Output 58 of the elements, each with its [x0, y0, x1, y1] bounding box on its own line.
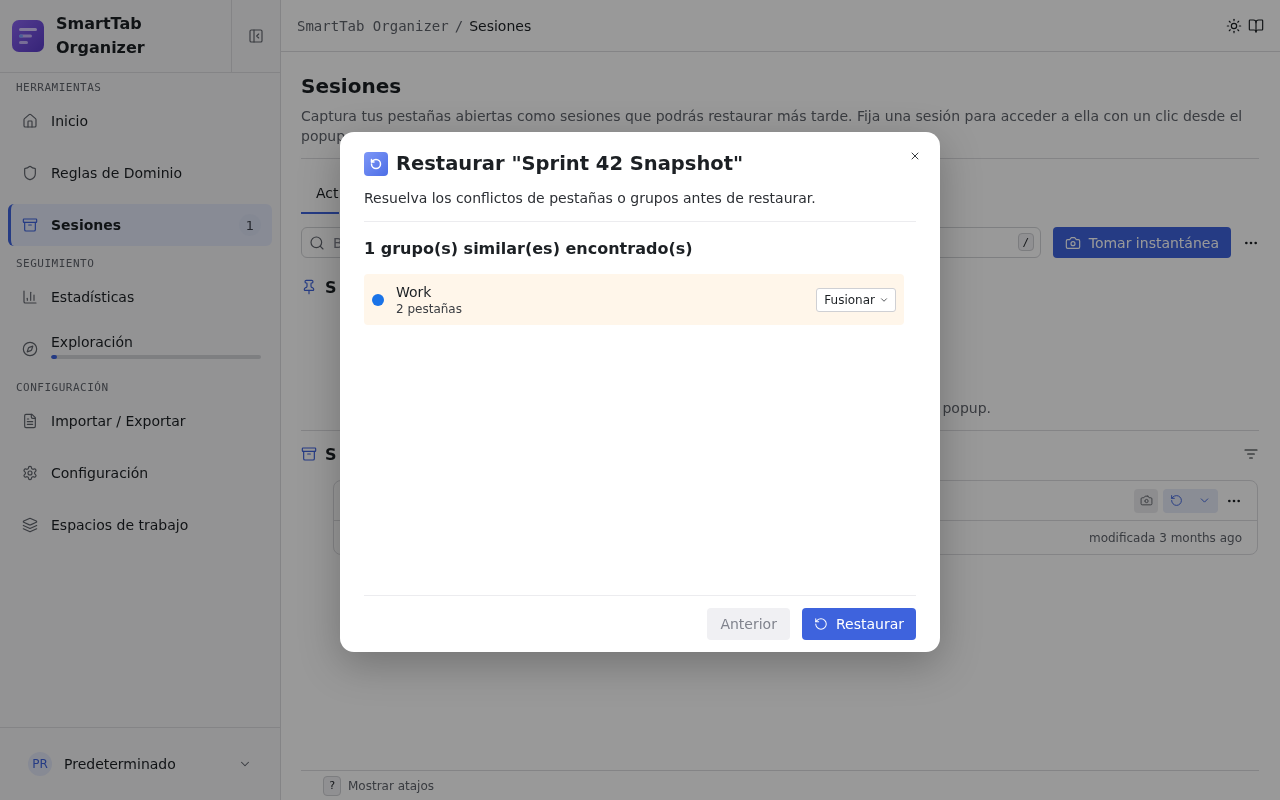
- breadcrumb-current: Sesiones: [469, 17, 532, 34]
- action-select[interactable]: Fusionar: [816, 287, 896, 312]
- nav-item[interactable]: Inicio: [8, 100, 272, 142]
- empty-state-text: popup.: [942, 399, 991, 418]
- nav-item[interactable]: Estadísticas: [8, 276, 272, 318]
- document-icon: [22, 413, 38, 429]
- archive-box-icon: [22, 217, 38, 233]
- close-icon[interactable]: [909, 150, 921, 162]
- sun-icon[interactable]: [1226, 17, 1242, 34]
- pin-icon: [301, 279, 317, 295]
- house-icon: [22, 113, 38, 129]
- nav-section-heading: CONFIGURACIÓN: [15, 380, 110, 396]
- archive-box-icon: [301, 446, 317, 462]
- restore-button[interactable]: Restaurar: [801, 608, 916, 640]
- nav-section-heading: HERRAMIENTAS: [15, 80, 103, 96]
- back-button[interactable]: Anterior: [707, 608, 790, 640]
- page-description: Captura tus pestañas abiertas como sesiones que podrás restaurar más tarde. Fija una sesión para acceder a ella con un clic desde el popup: [301, 107, 1244, 146]
- tab-count: 2 pestañas: [396, 300, 462, 317]
- modified-time: modificada 3 months ago: [1088, 530, 1242, 545]
- camera-icon: [1064, 234, 1081, 251]
- conflicts-heading: 1 grupo(s) similar(es) encontrado(s): [364, 238, 694, 260]
- shortcut-key: ?: [323, 775, 341, 796]
- section-title: S: [325, 277, 337, 297]
- count-badge: 1: [239, 214, 261, 236]
- rotate-arrow-icon: [813, 617, 828, 631]
- shield-icon: [22, 165, 38, 181]
- app-name: SmartTab Organizer: [56, 13, 146, 59]
- filter-icon[interactable]: [1243, 446, 1259, 462]
- profile-name[interactable]: Predeterminado: [64, 756, 176, 772]
- nav-item[interactable]: Importar / Exportar: [8, 400, 272, 442]
- breadcrumb-separator: /: [454, 17, 464, 34]
- nav-item[interactable]: Espacios de trabajo: [8, 504, 272, 546]
- compass-icon: [22, 341, 38, 357]
- group-name: Work: [396, 282, 433, 301]
- dialog-description: Resuelva los conflictos de pestañas o grupos antes de restaurar.: [364, 189, 817, 208]
- initials-avatar: PR: [28, 752, 52, 776]
- breadcrumb-link[interactable]: SmartTab Organizer: [297, 17, 449, 34]
- shortcut-hint[interactable]: Mostrar atajos: [348, 778, 435, 793]
- gear-icon: [22, 465, 38, 481]
- snapshot-button[interactable]: Tomar instantánea: [1052, 227, 1231, 258]
- tab[interactable]: Act: [301, 172, 339, 214]
- search-icon: [309, 235, 325, 251]
- nav-item[interactable]: Sesiones 1: [8, 204, 272, 246]
- dialog-title: Restaurar "Sprint 42 Snapshot": [396, 152, 744, 176]
- app-logo-icon: [12, 20, 44, 52]
- rotate-arrow-icon: [1170, 494, 1184, 507]
- layers-icon: [22, 517, 38, 533]
- book-icon[interactable]: [1248, 17, 1264, 34]
- camera-icon: [1139, 494, 1153, 507]
- section-title: S: [325, 444, 337, 464]
- snapshot-icon-button[interactable]: [1134, 488, 1158, 513]
- nav-item[interactable]: Reglas de Dominio: [8, 152, 272, 194]
- nav-item[interactable]: Exploración: [8, 328, 272, 370]
- nav-section-heading: SEGUIMIENTO: [15, 256, 96, 272]
- bar-chart-icon: [22, 289, 38, 305]
- nav-item[interactable]: Configuración: [8, 452, 272, 494]
- page-title: Sesiones: [301, 73, 403, 100]
- panel-left-icon[interactable]: [248, 28, 264, 44]
